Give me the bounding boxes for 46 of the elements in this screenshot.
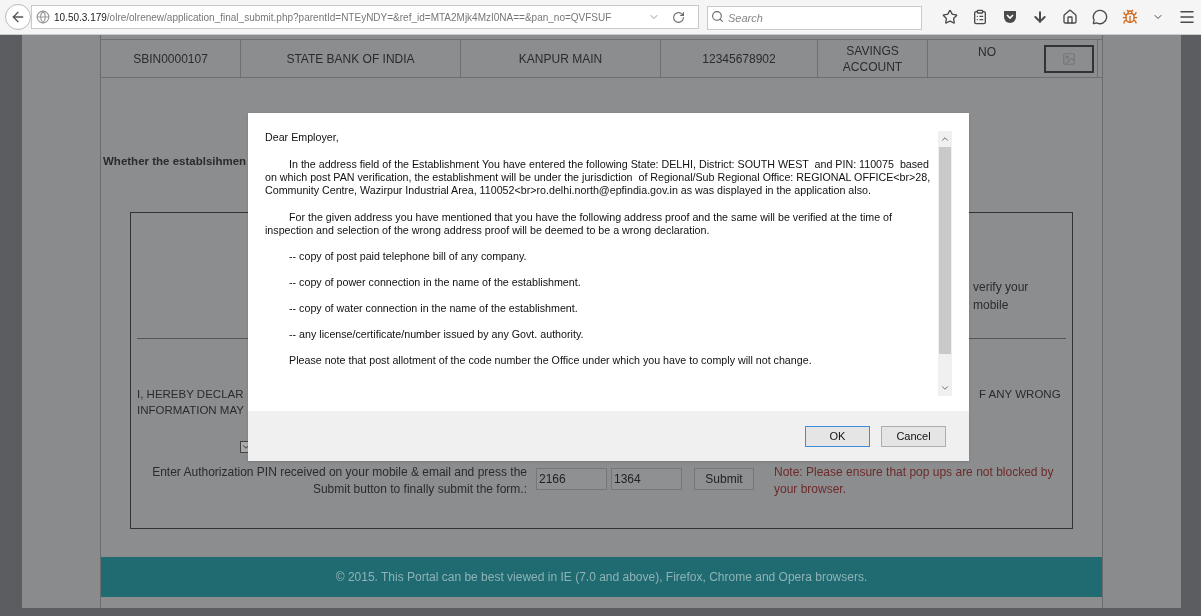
popup-note: Note: Please ensure that pop ups are not blocked by your browser. [774, 464, 1054, 499]
globe-icon [36, 10, 50, 24]
list-item-text: -- copy of water connection in the name of the establishment. [288, 302, 579, 315]
table-cell: 12345678902 [661, 40, 818, 77]
pin-field[interactable]: 1364 [611, 468, 682, 491]
dialog-button[interactable]: Cancel [881, 426, 946, 447]
list-item-text: -- copy of power connection in the name of the establishment. [288, 276, 582, 289]
list-item-text: -- copy of post paid telephone bill of any company. [288, 250, 528, 263]
bug-icon[interactable] [1122, 9, 1138, 25]
question-text: Whether the establsihmen [103, 154, 247, 169]
list-item-text: -- any license/certificate/number issued by any Govt. authority. [288, 328, 585, 341]
table-cell: SAVINGS ACCOUNT [818, 40, 928, 77]
declaration-text: F ANY WRONG [979, 387, 1061, 403]
table-cell: KANPUR MAIN [461, 40, 661, 77]
document-icon[interactable] [1044, 44, 1094, 73]
pin-field[interactable]: 2166 [536, 468, 607, 491]
table-cell: NO [928, 40, 1098, 77]
footer-text: © 2015. This Portal can be best viewed in IE (7.0 and above), Firefox, Chrome and Opera browsers. [335, 569, 868, 587]
bookmark-star-icon[interactable] [942, 9, 958, 25]
greeting-text: Dear Employer, [265, 131, 340, 144]
pin-label: Enter Authorization PIN received on your mobile & email and press the Submit button to finally submit the form.: [151, 464, 527, 499]
scrollbar-thumb[interactable] [939, 147, 951, 354]
search-icon [711, 10, 724, 23]
paragraph-text: For the given address you have mentioned that you have the following address proof and the same will be verified at the time of inspection and selection of the wrong address proof will be deemed to be a wrong declaration. [265, 211, 893, 237]
submit-button[interactable]: Submit [694, 468, 754, 491]
scroll-down-icon[interactable] [940, 383, 950, 393]
back-button[interactable] [5, 4, 31, 30]
reading-list-icon[interactable] [972, 9, 988, 25]
url-text: 10.50.3.179/olre/olrenew/application_final_submit.php?parentId=NTEyNDY=&ref_id=MTA2Mjk4MzI0NA==&pan_no=QVFSUF [54, 10, 613, 25]
search-field[interactable]: Search [707, 6, 922, 30]
address-bar[interactable]: 10.50.3.179/olre/olrenew/application_final_submit.php?parentId=NTEyNDY=&ref_id=MTA2Mjk4MzI0NA==&pan_no=QVFSUF [31, 5, 699, 29]
table-cell: SBIN0000107 [101, 40, 241, 77]
scroll-up-icon[interactable] [940, 134, 950, 144]
home-icon[interactable] [1062, 9, 1078, 25]
mobile-text: verify your mobile [973, 278, 1030, 314]
table-cell: STATE BANK OF INDIA [241, 40, 461, 77]
paragraph-text: In the address field of the Establishment You have entered the following State: DELHI, District: SOUTH WEST and PIN: 110075 based on which post PAN verification, the establishment will be under the jurisdiction of Regional/Sub Regional Office: REGIONAL OFFICE<br>28, Community Centre, Wazirpur Industrial Area, 110052<br>ro.delhi.north@epfindia.gov.in as was displayed in the application also. [265, 158, 932, 197]
pocket-icon[interactable] [1002, 9, 1018, 25]
chat-icon[interactable] [1092, 9, 1108, 25]
dialog-button[interactable]: OK [805, 426, 870, 447]
declaration-text: I, HEREBY DECLAR [137, 387, 244, 403]
declaration-text: INFORMATION MAY [137, 403, 244, 419]
reload-icon[interactable] [672, 10, 685, 24]
list-item-text: Please note that post allotment of the code number the Office under which you have to comply will not change. [288, 354, 813, 367]
download-icon[interactable] [1032, 9, 1048, 25]
menu-icon[interactable] [1178, 8, 1196, 26]
